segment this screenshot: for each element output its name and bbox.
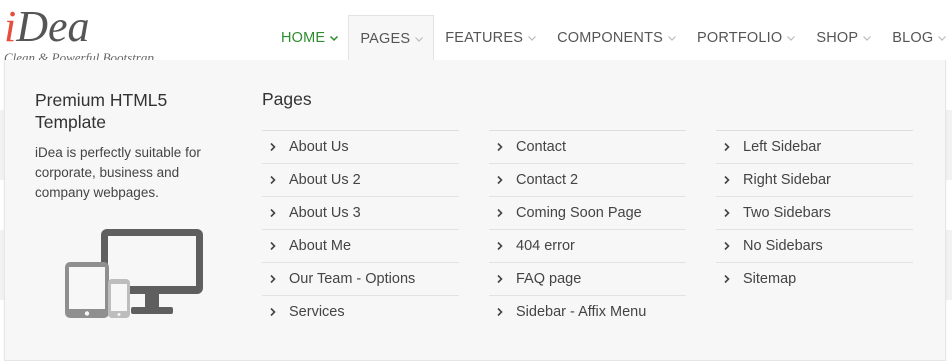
- chevron-down-icon: [415, 36, 424, 42]
- pages-column-3: Left Sidebar Right Sidebar Two Sidebars No …: [716, 130, 913, 295]
- nav-item-label: FEATURES: [445, 30, 524, 46]
- chevron-right-icon: [489, 208, 516, 218]
- chevron-right-icon: [489, 142, 516, 152]
- menu-link[interactable]: About Us: [262, 131, 459, 164]
- menu-link[interactable]: FAQ page: [489, 263, 686, 296]
- chevron-right-icon: [262, 175, 289, 185]
- menu-link-label: Left Sidebar: [743, 139, 822, 155]
- menu-link[interactable]: Coming Soon Page: [489, 197, 686, 230]
- menu-link[interactable]: Left Sidebar: [716, 131, 913, 164]
- promo-title: Premium HTML5 Template: [35, 90, 168, 132]
- logo[interactable]: iDea Clean & Powerful Bootstrap: [4, 0, 204, 65]
- menu-link-label: Two Sidebars: [743, 205, 831, 221]
- menu-link-label: Contact: [516, 139, 566, 155]
- chevron-right-icon: [262, 241, 289, 251]
- chevron-right-icon: [716, 208, 743, 218]
- chevron-down-icon: [787, 36, 796, 41]
- menu-link-label: No Sidebars: [743, 238, 823, 254]
- menu-link-label: About Me: [289, 238, 352, 254]
- devices-icon: [65, 229, 203, 318]
- logo-text: iDea: [4, 2, 90, 51]
- chevron-down-icon: [330, 35, 339, 42]
- chevron-right-icon: [716, 175, 743, 185]
- menu-link-label: Sitemap: [743, 271, 797, 287]
- promo-block: Premium HTML5 Template iDea is perfectly…: [35, 89, 235, 203]
- menu-link[interactable]: Contact: [489, 131, 686, 164]
- chevron-right-icon: [489, 307, 516, 317]
- menu-link-label: FAQ page: [516, 271, 582, 287]
- nav-item-pages[interactable]: PAGES: [348, 15, 435, 61]
- menu-link-label: 404 error: [516, 238, 575, 254]
- nav-item-label: BLOG: [892, 30, 934, 46]
- menu-link-label: About Us: [289, 139, 349, 155]
- chevron-down-icon: [528, 36, 537, 41]
- nav-item-blog[interactable]: BLOG: [881, 15, 952, 61]
- menu-link[interactable]: 404 error: [489, 230, 686, 263]
- nav-item-shop[interactable]: SHOP: [805, 15, 881, 61]
- menu-link[interactable]: About Us 3: [262, 197, 459, 230]
- chevron-right-icon: [262, 274, 289, 284]
- menu-link[interactable]: Services: [262, 296, 459, 328]
- nav-item-components[interactable]: COMPONENTS: [546, 15, 686, 61]
- chevron-right-icon: [716, 274, 743, 284]
- menu-link[interactable]: Contact 2: [489, 164, 686, 197]
- nav-item-features[interactable]: FEATURES: [434, 15, 546, 61]
- pages-column-2: Contact Contact 2 Coming Soon Page 404 erro…: [489, 130, 686, 328]
- nav-item-home[interactable]: HOME: [270, 15, 348, 61]
- menu-link-label: Our Team - Options: [289, 271, 416, 287]
- nav-item-label: PAGES: [360, 30, 411, 47]
- chevron-down-icon: [938, 36, 947, 41]
- nav-item-portfolio[interactable]: PORTFOLIO: [686, 15, 805, 61]
- nav-item-label: SHOP: [816, 30, 859, 46]
- chevron-down-icon: [668, 36, 676, 41]
- chevron-right-icon: [489, 241, 516, 251]
- nav-item-label: COMPONENTS: [557, 30, 663, 46]
- nav-item-label: HOME: [281, 30, 326, 46]
- pages-mega-menu: Premium HTML5 Template iDea is perfectly…: [4, 60, 946, 361]
- menu-link-label: Coming Soon Page: [516, 205, 642, 221]
- main-nav: HOME PAGES FEATURES COMPONENTS PORTFOLIO…: [270, 15, 952, 61]
- menu-link[interactable]: Sitemap: [716, 263, 913, 295]
- menu-link[interactable]: Our Team - Options: [262, 263, 459, 296]
- menu-link-label: Contact 2: [516, 172, 579, 188]
- menu-link-label: About Us 3: [289, 205, 361, 221]
- menu-link[interactable]: About Us 2: [262, 164, 459, 197]
- menu-link-label: Sidebar - Affix Menu: [516, 304, 647, 320]
- menu-link[interactable]: About Me: [262, 230, 459, 263]
- chevron-right-icon: [262, 142, 289, 152]
- menu-link[interactable]: No Sidebars: [716, 230, 913, 263]
- section-title: Pages: [262, 89, 312, 109]
- menu-link[interactable]: Sidebar - Affix Menu: [489, 296, 686, 328]
- nav-item-label: PORTFOLIO: [697, 30, 783, 46]
- menu-link-label: Services: [289, 304, 345, 320]
- menu-link-label: About Us 2: [289, 172, 361, 188]
- menu-link[interactable]: Right Sidebar: [716, 164, 913, 197]
- chevron-right-icon: [262, 208, 289, 218]
- menu-link-label: Right Sidebar: [743, 172, 831, 188]
- chevron-down-icon: [863, 36, 872, 41]
- chevron-right-icon: [489, 274, 516, 284]
- menu-link[interactable]: Two Sidebars: [716, 197, 913, 230]
- promo-text: iDea is perfectly suitable for corporate…: [35, 145, 201, 200]
- chevron-right-icon: [489, 175, 516, 185]
- pages-column-1: About Us About Us 2 About Us 3 About Me Our …: [262, 130, 459, 328]
- chevron-right-icon: [262, 307, 289, 317]
- chevron-right-icon: [716, 241, 743, 251]
- chevron-right-icon: [716, 142, 743, 152]
